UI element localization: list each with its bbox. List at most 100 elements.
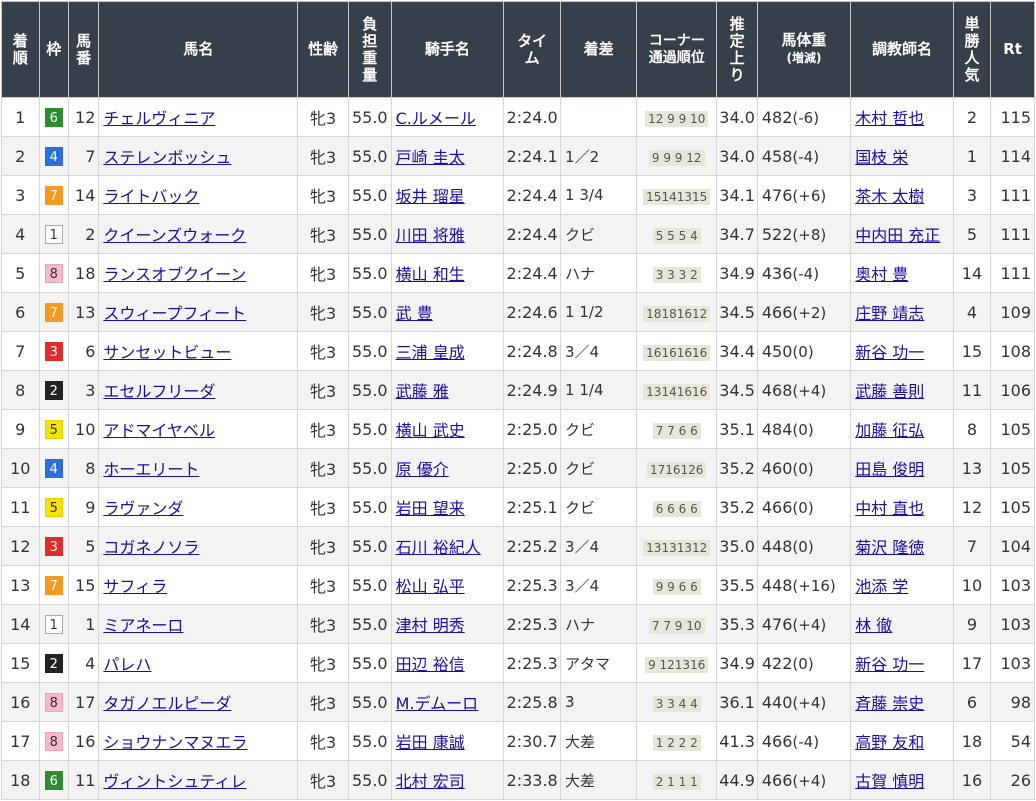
popularity: 2 [952,97,992,137]
trainer-link[interactable]: 木村 哲也 [855,109,924,128]
jockey-link[interactable]: 武藤 雅 [396,382,449,401]
corner-positions: 9 9 9 12 [648,149,705,166]
header-margin[interactable]: 着差 [560,1,638,98]
jockey-link[interactable]: 石川 裕紀人 [396,538,481,557]
horse-name-cell: ミアネーロ [98,604,299,644]
race-time: 2:24.8 [503,331,562,371]
corner-positions: 9 121316 [645,656,709,673]
header-jockey[interactable]: 騎手名 [390,1,505,98]
trainer-link[interactable]: 古賀 慎明 [855,772,924,791]
horse-name-link[interactable]: ラヴァンダ [103,499,183,518]
trainer-link[interactable]: 中内田 充正 [855,226,940,245]
horse-name-link[interactable]: ステレンボッシュ [103,148,231,167]
sex-age: 牝3 [297,370,349,410]
race-time: 2:25.2 [503,526,562,566]
header-rank[interactable]: 着順 [1,1,40,98]
horse-name-link[interactable]: パレハ [103,655,151,674]
trainer-link[interactable]: 新谷 功一 [855,655,924,674]
trainer-link[interactable]: 林 徹 [855,616,892,635]
corner-cell: 6 6 6 6 [636,487,718,527]
horse-name-link[interactable]: タガノエルピーダ [103,694,231,713]
trainer-link[interactable]: 池添 学 [855,577,908,596]
trainer-link[interactable]: 新谷 功一 [855,343,924,362]
trainer-link[interactable]: 庄野 靖志 [855,304,924,323]
jockey-link[interactable]: 三浦 皇成 [396,343,465,362]
horse-name-link[interactable]: ランスオブクイーン [103,265,246,284]
horse-name-link[interactable]: ミアネーロ [103,616,183,635]
finish-position: 5 [1,253,40,293]
body-weight-diff: (0) [792,420,814,439]
waku-cell: 5 [38,487,69,527]
sex-age: 牝3 [297,565,349,605]
jockey-link[interactable]: 原 優介 [396,460,449,479]
trainer-link[interactable]: 高野 友和 [855,733,924,752]
horse-name-link[interactable]: アドマイヤベル [103,421,215,440]
race-time: 2:25.1 [503,487,562,527]
header-body-weight[interactable]: 馬体重 (増減) [756,1,852,98]
jockey-link[interactable]: 津村 明秀 [396,616,465,635]
race-time: 2:24.4 [503,175,562,215]
popularity: 18 [952,721,992,761]
race-time: 2:25.3 [503,565,562,605]
horse-number: 14 [67,175,100,215]
horse-number: 4 [67,643,100,683]
carried-weight: 55.0 [348,214,392,254]
horse-name-link[interactable]: サンセットビュー [103,343,231,362]
header-trainer[interactable]: 調教師名 [850,1,954,98]
last-3f: 34.4 [716,331,758,371]
jockey-link[interactable]: 松山 弘平 [396,577,465,596]
jockey-link[interactable]: 田辺 裕信 [396,655,465,674]
horse-number: 9 [67,487,100,527]
horse-name-link[interactable]: ホーエリート [103,460,199,479]
trainer-link[interactable]: 田島 俊明 [855,460,924,479]
jockey-link[interactable]: 武 豊 [396,304,433,323]
header-sex-age[interactable]: 性齢 [297,1,349,98]
header-horse-name[interactable]: 馬名 [98,1,299,98]
trainer-link[interactable]: 斉藤 崇史 [855,694,924,713]
header-waku[interactable]: 枠 [38,1,69,98]
jockey-link[interactable]: 川田 将雅 [396,226,465,245]
header-weight[interactable]: 負担重量 [348,1,392,98]
jockey-link[interactable]: 横山 武史 [396,421,465,440]
corner-positions: 1 2 2 2 [652,734,701,751]
trainer-link[interactable]: 奥村 豊 [855,265,908,284]
jockey-link[interactable]: 横山 和生 [396,265,465,284]
jockey-link[interactable]: M.デムーロ [396,694,479,713]
trainer-link[interactable]: 国枝 栄 [855,148,908,167]
popularity: 12 [952,487,992,527]
horse-name-link[interactable]: ライトバック [103,187,199,206]
trainer-link[interactable]: 武藤 善則 [855,382,924,401]
horse-name-link[interactable]: コガネノソラ [103,538,199,557]
body-weight-diff: (+4) [792,615,827,634]
waku-cell: 8 [38,721,69,761]
trainer-link[interactable]: 中村 直也 [855,499,924,518]
horse-name-link[interactable]: ヴィントシュティレ [103,772,246,791]
header-corner[interactable]: コーナー通過順位 [636,1,718,98]
horse-name-cell: ライトバック [98,175,299,215]
corner-cell: 9 121316 [636,643,718,683]
header-popularity[interactable]: 単勝人気 [952,1,992,98]
horse-name-link[interactable]: ショウナンマヌエラ [103,733,247,752]
trainer-link[interactable]: 茶木 太樹 [855,187,924,206]
jockey-link[interactable]: 岩田 康誠 [396,733,465,752]
last-3f: 34.9 [716,643,758,683]
horse-name-link[interactable]: クイーンズウォーク [103,226,246,245]
horse-name-cell: ホーエリート [98,448,299,488]
rating: 109 [990,292,1035,332]
horse-name-link[interactable]: チェルヴィニア [103,109,215,128]
horse-name-link[interactable]: エセルフリーダ [103,382,215,401]
jockey-link[interactable]: C.ルメール [396,109,476,128]
jockey-link[interactable]: 坂井 瑠星 [396,187,465,206]
trainer-link[interactable]: 菊沢 隆徳 [855,538,924,557]
jockey-link[interactable]: 北村 宏司 [396,772,465,791]
horse-name-link[interactable]: スウィープフィート [103,304,246,323]
header-agari[interactable]: 推定上り [716,1,758,98]
header-umaban[interactable]: 馬番 [67,1,100,98]
header-rt[interactable]: Rt [990,1,1035,98]
trainer-link[interactable]: 加藤 征弘 [855,421,924,440]
header-time[interactable]: タイム [503,1,562,98]
jockey-link[interactable]: 戸崎 圭太 [396,148,465,167]
horse-name-link[interactable]: サフィラ [103,577,167,596]
table-row: 14 1 1 ミアネーロ 牝3 55.0 津村 明秀 2:25.3 ハナ 7 7 9 10 35.3… [1,604,1035,644]
jockey-link[interactable]: 岩田 望来 [396,499,465,518]
